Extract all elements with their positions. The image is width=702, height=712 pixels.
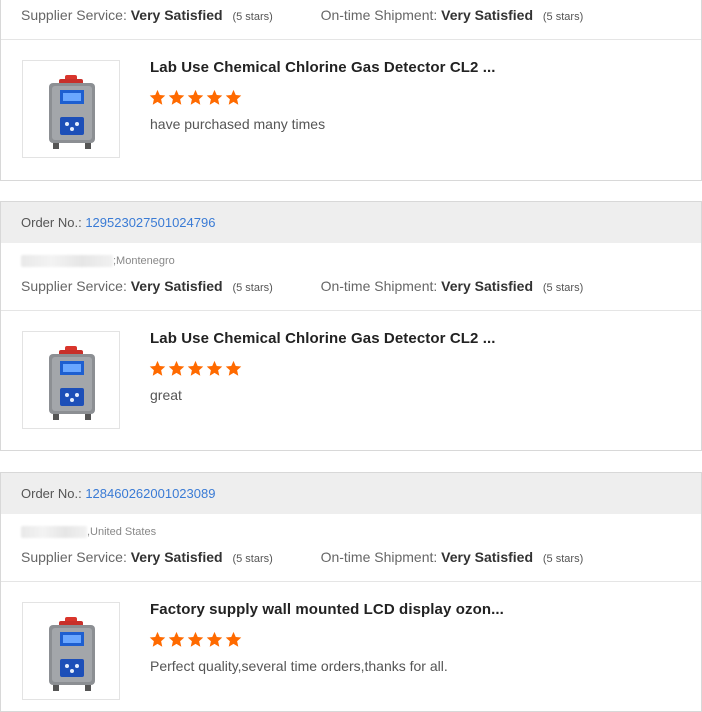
supplier-service-stars: (5 stars) [232, 282, 273, 294]
star-rating [149, 89, 244, 107]
order-number-link[interactable]: 129523027501024796 [85, 215, 215, 230]
shipment-stars: (5 stars) [542, 11, 584, 23]
supplier-service-stars: (5 stars) [232, 11, 273, 23]
shipment-value: Very Satisfied [441, 549, 533, 565]
review-comment: Perfect quality,several time orders,than… [150, 658, 448, 674]
supplier-service-label: Supplier Service: [21, 549, 127, 565]
service-ratings: Supplier Service: Very Satisfied (5 star… [21, 278, 583, 294]
review-comment: great [150, 387, 182, 403]
buyer-location: ,United States [87, 526, 157, 538]
product-title[interactable]: Lab Use Chemical Chlorine Gas Detector C… [150, 330, 496, 347]
product-title[interactable]: Factory supply wall mounted LCD display … [150, 601, 504, 618]
star-icon [206, 89, 223, 105]
divider [1, 581, 701, 582]
product-image[interactable] [22, 331, 120, 429]
supplier-service-value: Very Satisfied [130, 278, 223, 294]
buyer-name-redacted [21, 526, 87, 539]
star-icon [206, 631, 223, 647]
shipment-label: On-time Shipment: [320, 7, 438, 23]
star-icon [187, 631, 204, 647]
star-icon [168, 89, 185, 105]
product-image[interactable] [22, 60, 120, 158]
star-icon [149, 631, 166, 647]
supplier-service-value: Very Satisfied [130, 7, 223, 23]
review-card-top: Supplier Service: Very Satisfied (5 star… [0, 0, 702, 181]
supplier-service-stars: (5 stars) [232, 553, 273, 565]
star-rating [149, 360, 244, 378]
supplier-service-label: Supplier Service: [21, 278, 127, 294]
buyer-info: ,United States [21, 526, 157, 539]
buyer-name-redacted [21, 255, 113, 268]
review-card: Order No.: 129523027501024796 ;Montenegr… [0, 201, 702, 451]
shipment-label: On-time Shipment: [320, 549, 438, 565]
order-header: Order No.: 129523027501024796 [1, 201, 701, 243]
star-icon [187, 89, 204, 105]
star-icon [149, 360, 166, 376]
star-icon [168, 631, 185, 647]
star-icon [187, 360, 204, 376]
star-icon [225, 89, 242, 105]
star-icon [168, 360, 185, 376]
supplier-service-label: Supplier Service: [21, 7, 127, 23]
order-number-link[interactable]: 128460262001023089 [85, 486, 215, 501]
star-icon [149, 89, 166, 105]
shipment-label: On-time Shipment: [320, 278, 438, 294]
shipment-stars: (5 stars) [542, 553, 584, 565]
review-comment: have purchased many times [150, 116, 326, 132]
order-header: Order No.: 128460262001023089 [1, 472, 701, 514]
order-label: Order No.: [21, 486, 82, 501]
order-label: Order No.: [21, 215, 82, 230]
shipment-value: Very Satisfied [441, 7, 533, 23]
divider [1, 39, 701, 40]
review-card: Order No.: 128460262001023089 ,United St… [0, 472, 702, 712]
shipment-value: Very Satisfied [441, 278, 533, 294]
buyer-location: ;Montenegro [113, 255, 175, 267]
supplier-service-value: Very Satisfied [130, 549, 223, 565]
star-icon [206, 360, 223, 376]
divider [1, 310, 701, 311]
star-icon [225, 360, 242, 376]
star-rating [149, 631, 244, 649]
star-icon [225, 631, 242, 647]
product-title[interactable]: Lab Use Chemical Chlorine Gas Detector C… [150, 59, 496, 76]
service-ratings: Supplier Service: Very Satisfied (5 star… [21, 549, 583, 565]
shipment-stars: (5 stars) [542, 282, 584, 294]
buyer-info: ;Montenegro [21, 255, 175, 268]
product-image[interactable] [22, 602, 120, 700]
service-ratings: Supplier Service: Very Satisfied (5 star… [21, 7, 583, 23]
